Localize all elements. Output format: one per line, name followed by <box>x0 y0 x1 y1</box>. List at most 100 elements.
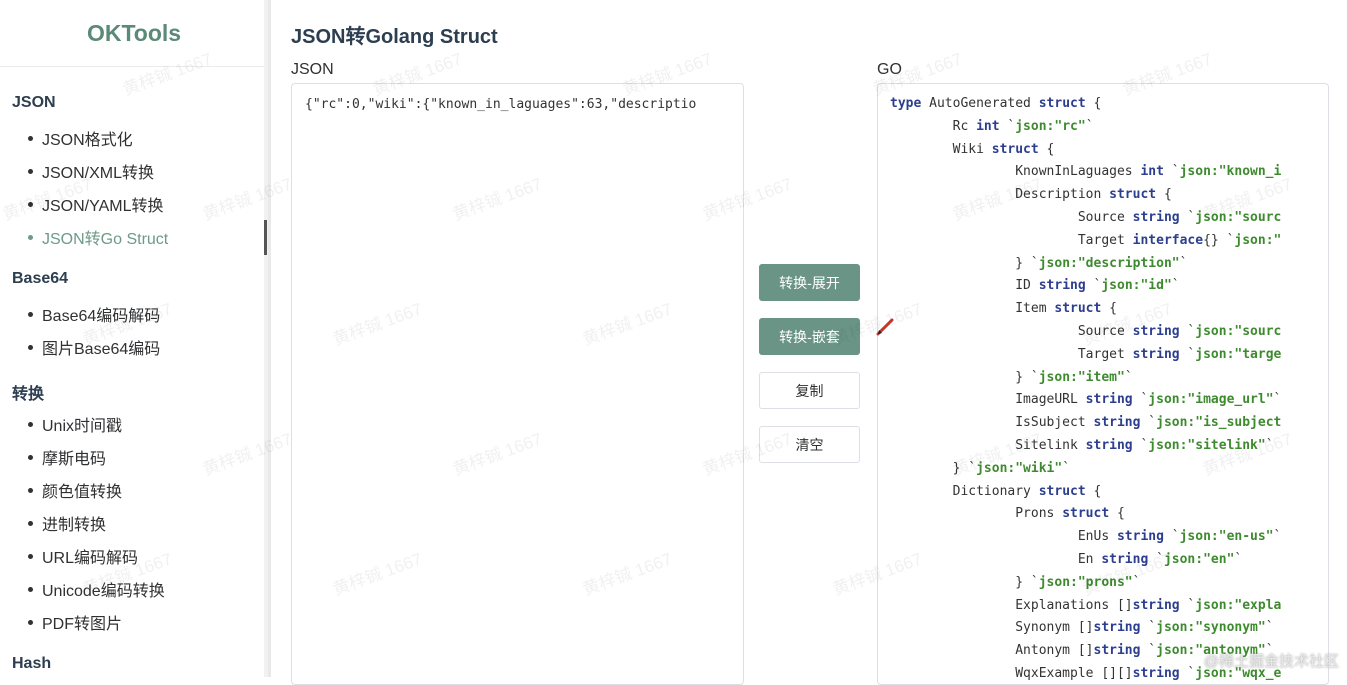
code-text: { <box>1101 301 1117 317</box>
sidebar-item-label: 进制转换 <box>42 517 107 534</box>
code-text: ` <box>1179 346 1196 362</box>
sidebar-item-label: 图片Base64编码 <box>42 341 161 358</box>
code-text: ` <box>1132 392 1149 408</box>
code-keyword: interface <box>1132 232 1204 248</box>
sidebar-item[interactable]: JSON/XML转换 <box>28 159 154 183</box>
convert-nested-button[interactable]: 转换-嵌套 <box>759 318 860 355</box>
code-line: KnownInLaguages int `json:"known_i <box>890 164 1281 179</box>
bullet-icon <box>28 421 33 427</box>
sidebar-item[interactable]: Base64编码解码 <box>28 302 160 326</box>
code-tag: json:"sitelink" <box>1148 438 1266 453</box>
bullet-icon <box>28 201 33 207</box>
clear-button[interactable]: 清空 <box>759 426 860 463</box>
code-text: } ` <box>890 255 1039 271</box>
code-text: {} ` <box>1203 232 1235 248</box>
go-output-panel[interactable]: type AutoGenerated struct { Rc int `json… <box>877 83 1329 685</box>
code-tag: json:"sourc <box>1195 324 1282 339</box>
code-keyword: string <box>1085 392 1133 408</box>
corner-watermark: @稀土掘金技术社区 <box>1203 653 1339 670</box>
code-tag: json:"targe <box>1195 346 1282 362</box>
code-text: Target <box>890 346 1133 362</box>
code-text: ` <box>1124 369 1133 385</box>
code-tag: json:"item" <box>1038 369 1125 385</box>
code-text: KnownInLaguages <box>890 164 1141 180</box>
code-keyword: string <box>1093 620 1141 636</box>
code-text: Target <box>890 232 1133 248</box>
code-keyword: type <box>890 96 922 111</box>
bullet-icon <box>28 487 33 493</box>
sidebar-item-label: JSON转Go Struct <box>42 231 169 248</box>
bullet-icon <box>28 344 33 350</box>
sidebar-item[interactable]: JSON转Go Struct <box>28 225 168 249</box>
code-tag: json:"en-us" <box>1179 529 1274 545</box>
code-line: ImageURL string `json:"image_url"` <box>890 392 1281 407</box>
sidebar-item[interactable]: 颜色值转换 <box>28 478 122 502</box>
code-tag: json:"wiki" <box>976 460 1063 476</box>
code-text: ` <box>1085 278 1102 294</box>
bullet-icon <box>28 168 33 174</box>
sidebar-item[interactable]: PDF转图片 <box>28 610 122 634</box>
sidebar-item[interactable]: 摩斯电码 <box>28 445 106 469</box>
code-line: ID string `json:"id"` <box>890 278 1179 294</box>
bullet-icon <box>28 454 33 460</box>
code-line: } `json:"prons"` <box>890 575 1140 590</box>
sidebar-item-label: PDF转图片 <box>42 616 123 633</box>
code-line: EnUs string `json:"en-us"` <box>890 529 1282 545</box>
sidebar-item-label: URL编码解码 <box>42 550 139 567</box>
sidebar-scrollbar-thumb[interactable] <box>264 220 267 255</box>
sidebar-item-label: Unicode编码转换 <box>42 583 165 600</box>
code-text: { <box>1109 506 1125 522</box>
code-text: { <box>1156 187 1172 203</box>
json-input-textarea[interactable]: {"rc":0,"wiki":{"known_in_laguages":63,"… <box>291 83 744 685</box>
code-text: Prons <box>890 506 1063 522</box>
sidebar-item[interactable]: URL编码解码 <box>28 544 138 568</box>
code-text: ` <box>1163 164 1180 180</box>
code-keyword: string <box>1101 552 1149 567</box>
code-keyword: string <box>1085 438 1133 453</box>
code-tag: json:"image_url" <box>1148 392 1274 408</box>
code-text: } ` <box>890 369 1039 385</box>
code-text: ` <box>1062 460 1071 476</box>
code-line: } `json:"wiki"` <box>890 461 1070 476</box>
sidebar-item[interactable]: 图片Base64编码 <box>28 335 160 359</box>
code-keyword: int <box>1140 164 1164 180</box>
code-line: Synonym []string `json:"synonym"` <box>890 620 1273 636</box>
code-text: ` <box>1179 324 1196 339</box>
code-text: ` <box>1234 552 1243 567</box>
bullet-icon <box>28 586 33 592</box>
sidebar-item[interactable]: Unix时间戳 <box>28 412 122 436</box>
code-tag: json:"known_i <box>1179 164 1282 180</box>
code-text: Dictionary <box>890 483 1039 499</box>
code-line: Target interface{} `json:" <box>890 232 1282 248</box>
code-text: { <box>1038 141 1055 157</box>
sidebar-item[interactable]: JSON格式化 <box>28 126 133 150</box>
bullet-icon <box>28 311 33 317</box>
sidebar-item[interactable]: JSON/YAML转换 <box>28 192 164 216</box>
convert-expand-button[interactable]: 转换-展开 <box>759 264 860 301</box>
page-title: JSON转Golang Struct <box>291 26 498 48</box>
sidebar-item[interactable]: Unicode编码转换 <box>28 577 165 601</box>
code-text: { <box>1085 483 1102 499</box>
code-text: Source <box>890 210 1133 225</box>
go-pane-label: GO <box>877 61 902 78</box>
code-keyword: string <box>1116 529 1164 545</box>
code-text: ` <box>1179 210 1196 225</box>
sidebar-item-label: JSON/XML转换 <box>42 165 155 182</box>
copy-button[interactable]: 复制 <box>759 372 860 409</box>
sidebar-item[interactable]: 进制转换 <box>28 511 106 535</box>
code-tag: json:"synonym" <box>1156 620 1266 636</box>
code-text: } ` <box>890 574 1039 590</box>
code-text: Description <box>890 187 1110 203</box>
code-text: AutoGenerated <box>921 96 1039 111</box>
code-line: Wiki struct { <box>890 141 1055 157</box>
code-tag: json:" <box>1234 232 1282 248</box>
code-line: Sitelink string `json:"sitelink"` <box>890 438 1273 453</box>
nav-section-title: JSON <box>12 94 56 111</box>
pen-cursor-icon <box>876 318 894 336</box>
code-text: Rc <box>890 118 977 134</box>
code-keyword: struct <box>1054 301 1102 317</box>
app-logo[interactable]: OKTools <box>0 0 268 67</box>
code-text: ` <box>1132 574 1141 590</box>
code-line: Rc int `json:"rc"` <box>890 119 1094 134</box>
code-text: ` <box>1273 392 1282 408</box>
